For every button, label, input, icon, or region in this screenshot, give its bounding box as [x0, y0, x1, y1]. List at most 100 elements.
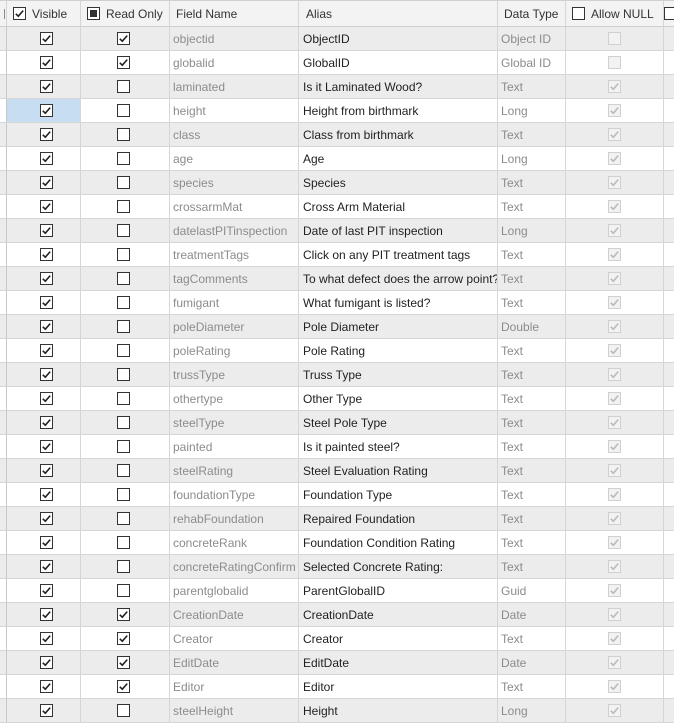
- field-name-cell[interactable]: poleDiameter: [170, 315, 299, 338]
- data-type-cell[interactable]: Text: [498, 171, 566, 194]
- readonly-checkbox[interactable]: [117, 656, 130, 669]
- allownull-cell[interactable]: [566, 339, 664, 362]
- visible-checkbox[interactable]: [40, 440, 53, 453]
- alias-cell[interactable]: CreationDate: [299, 603, 498, 626]
- field-name-cell[interactable]: tagComments: [170, 267, 299, 290]
- next-column-cell[interactable]: [664, 675, 674, 698]
- allownull-cell[interactable]: [566, 507, 664, 530]
- field-name-cell[interactable]: foundationType: [170, 483, 299, 506]
- field-name-cell[interactable]: CreationDate: [170, 603, 299, 626]
- data-type-cell[interactable]: Text: [498, 195, 566, 218]
- table-row[interactable]: foundationType Foundation Type Text: [0, 483, 674, 507]
- table-row[interactable]: EditDate EditDate Date: [0, 651, 674, 675]
- readonly-cell[interactable]: [81, 267, 170, 290]
- row-handle[interactable]: [0, 291, 7, 314]
- visible-checkbox[interactable]: [40, 224, 53, 237]
- alias-cell[interactable]: Truss Type: [299, 363, 498, 386]
- allownull-cell[interactable]: [566, 627, 664, 650]
- alias-cell[interactable]: Other Type: [299, 387, 498, 410]
- readonly-checkbox[interactable]: [117, 128, 130, 141]
- row-handle[interactable]: [0, 579, 7, 602]
- header-readonly[interactable]: Read Only: [81, 1, 170, 26]
- readonly-checkbox[interactable]: [117, 488, 130, 501]
- readonly-checkbox[interactable]: [117, 104, 130, 117]
- data-type-cell[interactable]: Guid: [498, 579, 566, 602]
- allownull-cell[interactable]: [566, 171, 664, 194]
- visible-cell[interactable]: [7, 435, 81, 458]
- row-handle[interactable]: [0, 507, 7, 530]
- table-row[interactable]: painted Is it painted steel? Text: [0, 435, 674, 459]
- visible-checkbox[interactable]: [40, 584, 53, 597]
- column-resize-handle[interactable]: [2, 8, 5, 19]
- data-type-cell[interactable]: Text: [498, 291, 566, 314]
- data-type-cell[interactable]: Text: [498, 411, 566, 434]
- next-column-cell[interactable]: [664, 147, 674, 170]
- readonly-checkbox[interactable]: [117, 176, 130, 189]
- allownull-cell[interactable]: [566, 531, 664, 554]
- visible-cell[interactable]: [7, 459, 81, 482]
- data-type-cell[interactable]: Long: [498, 699, 566, 722]
- alias-cell[interactable]: To what defect does the arrow point?: [299, 267, 498, 290]
- allownull-cell[interactable]: [566, 435, 664, 458]
- table-row[interactable]: othertype Other Type Text: [0, 387, 674, 411]
- readonly-cell[interactable]: [81, 387, 170, 410]
- visible-cell[interactable]: [7, 627, 81, 650]
- data-type-cell[interactable]: Text: [498, 435, 566, 458]
- alias-cell[interactable]: Foundation Type: [299, 483, 498, 506]
- allownull-cell[interactable]: [566, 243, 664, 266]
- visible-cell[interactable]: [7, 291, 81, 314]
- allownull-cell[interactable]: [566, 219, 664, 242]
- allownull-cell[interactable]: [566, 99, 664, 122]
- visible-cell[interactable]: [7, 27, 81, 50]
- data-type-cell[interactable]: Object ID: [498, 27, 566, 50]
- visible-cell[interactable]: [7, 147, 81, 170]
- allownull-cell[interactable]: [566, 27, 664, 50]
- header-row-handle[interactable]: [0, 1, 7, 26]
- allownull-cell[interactable]: [566, 51, 664, 74]
- visible-cell[interactable]: [7, 579, 81, 602]
- readonly-checkbox[interactable]: [117, 344, 130, 357]
- row-handle[interactable]: [0, 363, 7, 386]
- visible-checkbox[interactable]: [40, 392, 53, 405]
- readonly-checkbox[interactable]: [117, 320, 130, 333]
- allownull-cell[interactable]: [566, 147, 664, 170]
- field-name-cell[interactable]: steelType: [170, 411, 299, 434]
- readonly-cell[interactable]: [81, 315, 170, 338]
- readonly-cell[interactable]: [81, 507, 170, 530]
- readonly-cell[interactable]: [81, 219, 170, 242]
- field-name-cell[interactable]: othertype: [170, 387, 299, 410]
- next-column-cell[interactable]: [664, 459, 674, 482]
- visible-checkbox[interactable]: [40, 80, 53, 93]
- row-handle[interactable]: [0, 675, 7, 698]
- data-type-cell[interactable]: Text: [498, 123, 566, 146]
- row-handle[interactable]: [0, 195, 7, 218]
- field-name-cell[interactable]: fumigant: [170, 291, 299, 314]
- readonly-checkbox[interactable]: [117, 200, 130, 213]
- visible-checkbox[interactable]: [40, 104, 53, 117]
- header-next-column[interactable]: [664, 1, 674, 26]
- next-column-cell[interactable]: [664, 291, 674, 314]
- field-name-cell[interactable]: globalid: [170, 51, 299, 74]
- readonly-cell[interactable]: [81, 171, 170, 194]
- alias-cell[interactable]: Height: [299, 699, 498, 722]
- table-row[interactable]: Editor Editor Text: [0, 675, 674, 699]
- alias-cell[interactable]: Selected Concrete Rating:: [299, 555, 498, 578]
- visible-cell[interactable]: [7, 411, 81, 434]
- table-row[interactable]: age Age Long: [0, 147, 674, 171]
- readonly-cell[interactable]: [81, 579, 170, 602]
- table-row[interactable]: steelType Steel Pole Type Text: [0, 411, 674, 435]
- alias-cell[interactable]: Is it Laminated Wood?: [299, 75, 498, 98]
- field-name-cell[interactable]: age: [170, 147, 299, 170]
- next-column-cell[interactable]: [664, 699, 674, 722]
- next-column-cell[interactable]: [664, 243, 674, 266]
- readonly-cell[interactable]: [81, 147, 170, 170]
- next-column-cell[interactable]: [664, 387, 674, 410]
- alias-cell[interactable]: Steel Evaluation Rating: [299, 459, 498, 482]
- readonly-cell[interactable]: [81, 435, 170, 458]
- visible-checkbox[interactable]: [40, 632, 53, 645]
- row-handle[interactable]: [0, 651, 7, 674]
- field-name-cell[interactable]: parentglobalid: [170, 579, 299, 602]
- readonly-checkbox[interactable]: [117, 56, 130, 69]
- visible-cell[interactable]: [7, 51, 81, 74]
- alias-cell[interactable]: ParentGlobalID: [299, 579, 498, 602]
